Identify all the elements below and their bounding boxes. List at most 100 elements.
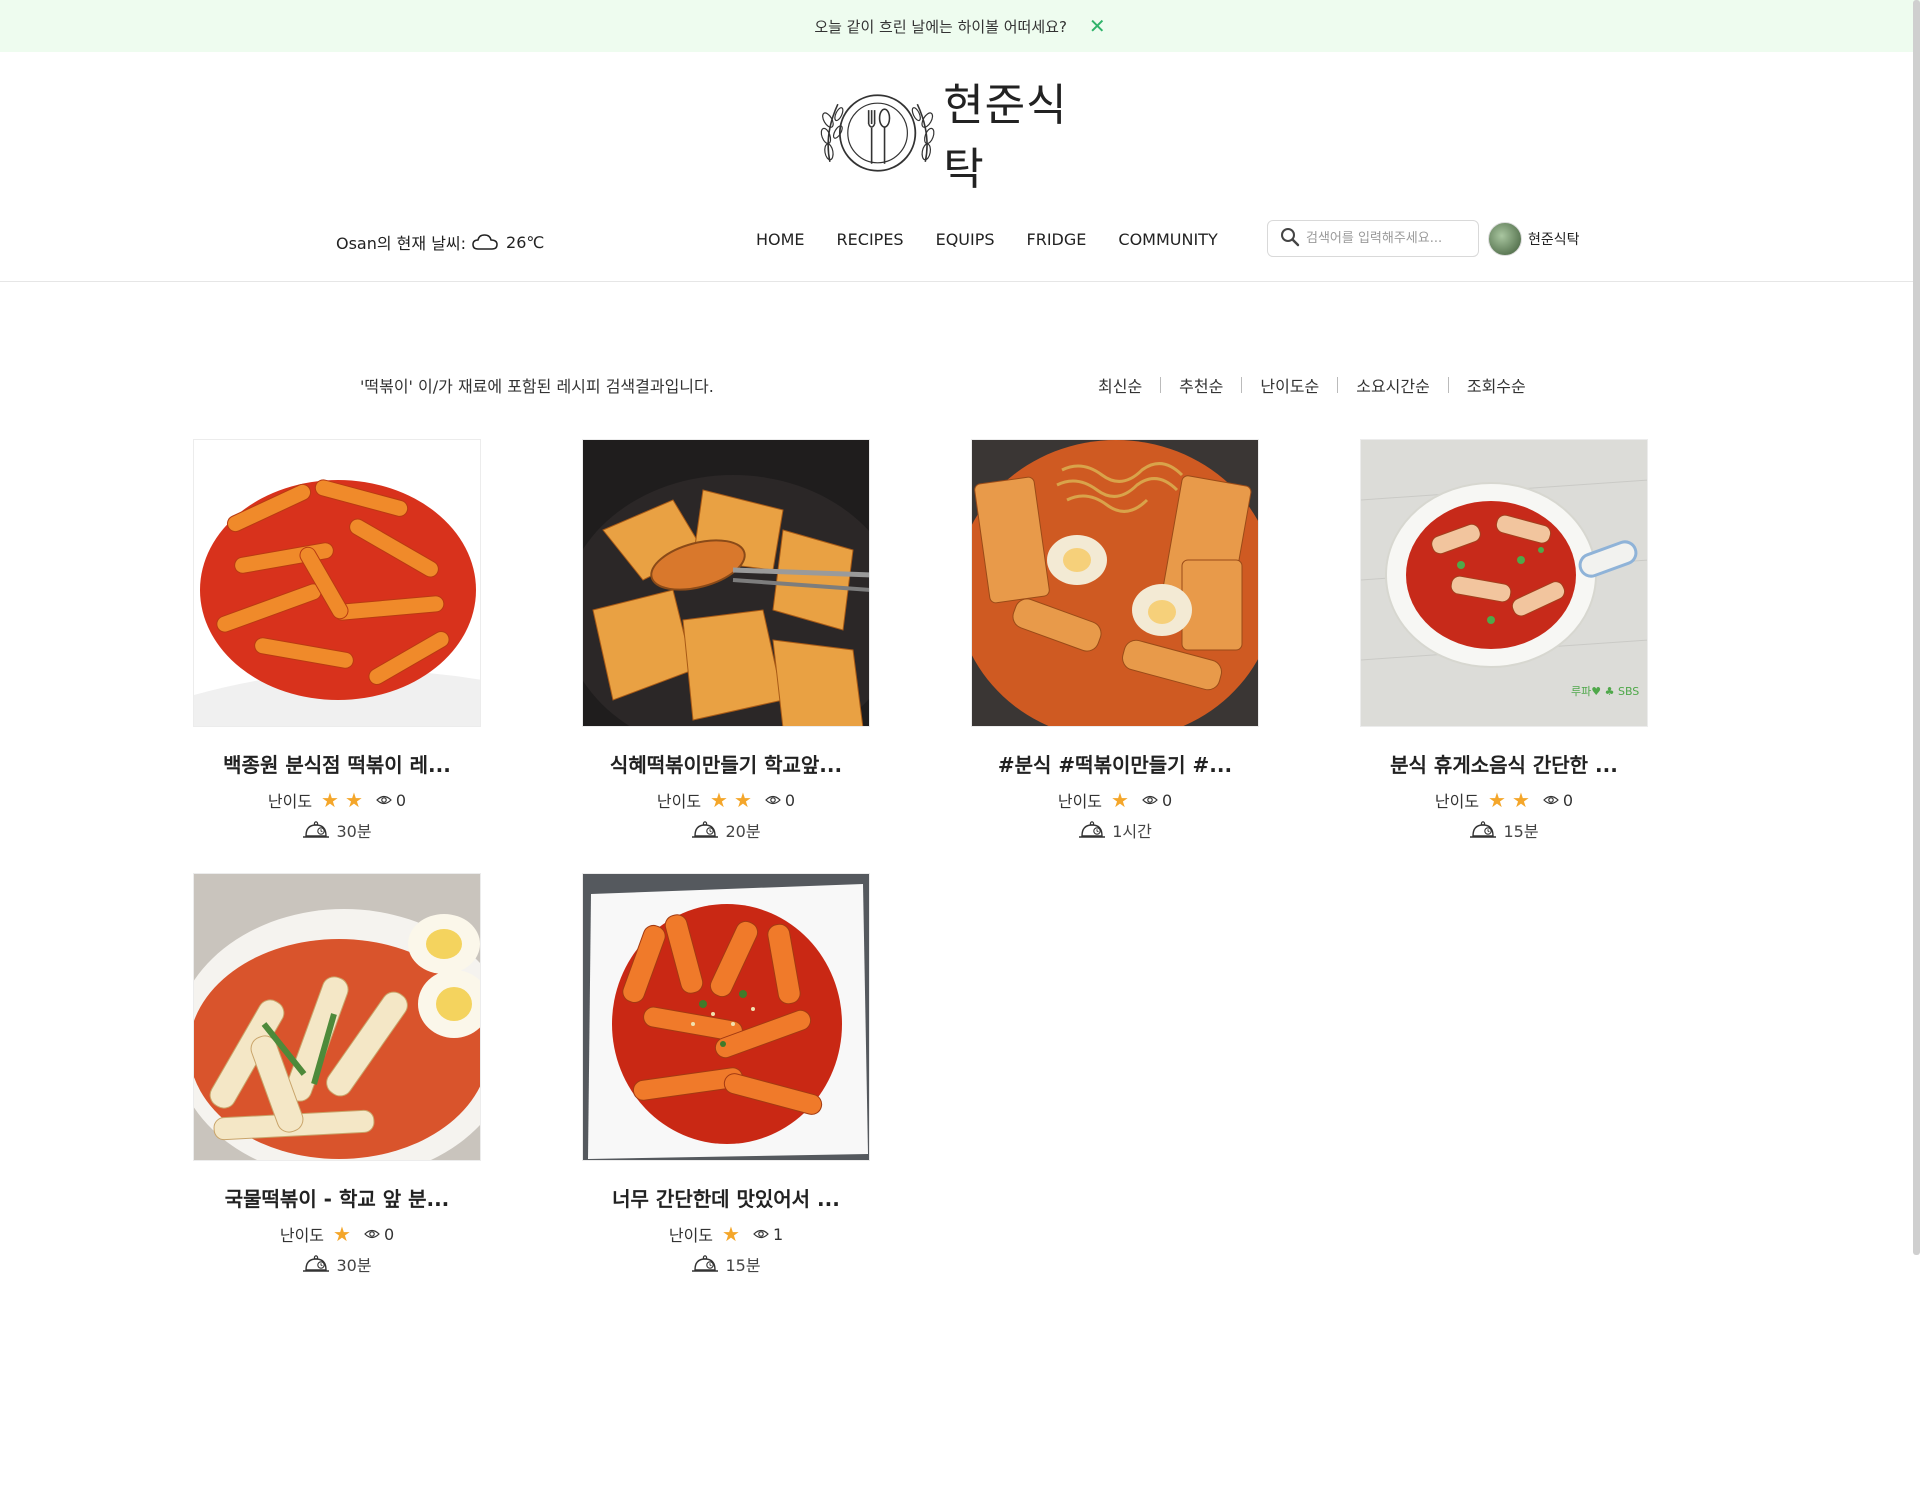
weather-widget: Osan의 현재 날씨: 26℃ [336,230,544,254]
star-icon: ★ [1488,788,1506,812]
difficulty-label: 난이도 [267,792,313,811]
nav-fridge[interactable]: FRIDGE [1027,230,1087,249]
recipe-time: 30분 [193,1252,481,1276]
view-count: 0 [1562,790,1574,810]
search-box [1267,220,1479,257]
cook-time: 15분 [1503,822,1539,841]
star-icon: ★ [333,1222,351,1246]
recipe-card[interactable]: 백종원 분식점 떡볶이 레... 난이도 ★ ★ 0 30분 [193,439,481,842]
star-icon: ★ [733,788,752,812]
difficulty-label: 난이도 [1434,792,1480,811]
recipe-card[interactable]: #분식 #떡볶이만들기 #... 난이도 ★ 0 1시간 [971,439,1259,842]
recipe-meta: 난이도 ★ ★ 0 [1360,788,1648,812]
nav-recipes[interactable]: RECIPES [837,230,904,249]
cloche-icon [1469,820,1497,840]
eye-icon [376,794,392,806]
user-name: 현준식탁 [1528,232,1580,248]
notice-text: 오늘 같이 흐린 날에는 하이볼 어떠세요? [814,17,1067,36]
difficulty-label: 난이도 [279,1226,325,1245]
recipe-card[interactable]: 너무 간단한데 맛있어서 ... 난이도 ★ 1 15분 [582,873,870,1276]
avatar [1488,222,1522,256]
recipe-time: 1시간 [971,818,1259,842]
logo-text: 현준식탁 [943,80,1068,195]
difficulty-stars: ★ ★ [1485,790,1533,810]
cook-time: 1시간 [1112,822,1152,841]
page-scrollbar[interactable] [1913,0,1920,1255]
sort-duration[interactable]: 소요시간순 [1356,373,1430,397]
cloche-icon [1078,820,1106,840]
sort-latest[interactable]: 최신순 [1098,373,1142,397]
search-result-text: '떡볶이' 이/가 재료에 포함된 레시피 검색결과입니다. [360,377,714,396]
recipe-title[interactable]: #분식 #떡볶이만들기 #... [971,749,1259,778]
recipe-meta: 난이도 ★ ★ 0 [193,788,481,812]
recipe-image[interactable] [582,439,870,727]
difficulty-stars: ★ [719,1224,743,1244]
cloche-icon [691,820,719,840]
difficulty-label: 난이도 [668,1226,714,1245]
main-nav: HOME RECIPES EQUIPS FRIDGE COMMUNITY [756,230,1250,249]
eye-icon [753,1228,769,1240]
sort-views[interactable]: 조회수순 [1467,373,1526,397]
recipe-card[interactable]: 국물떡볶이 - 학교 앞 분... 난이도 ★ 0 30분 [193,873,481,1276]
search-input[interactable] [1306,231,1466,246]
eye-icon [1543,794,1559,806]
cook-time: 30분 [336,822,372,841]
recipe-meta: 난이도 ★ ★ 0 [582,788,870,812]
recipe-image[interactable] [582,873,870,1161]
nav-equips[interactable]: EQUIPS [936,230,995,249]
recipe-card[interactable]: 루파♥ ♣ SBS 분식 휴게소음식 간단한 ... 난이도 ★ ★ 0 15분 [1360,439,1648,842]
recipe-meta: 난이도 ★ 0 [193,1222,481,1246]
recipe-time: 30분 [193,818,481,842]
difficulty-stars: ★ ★ [318,790,366,810]
star-icon: ★ [1111,788,1129,812]
star-icon: ★ [710,788,728,812]
difficulty-stars: ★ [1108,790,1132,810]
cook-time: 20분 [725,822,761,841]
sort-divider [1337,377,1339,393]
recipe-title[interactable]: 분식 휴게소음식 간단한 ... [1360,749,1648,778]
header-divider [0,281,1920,282]
nav-community[interactable]: COMMUNITY [1118,230,1217,249]
star-icon: ★ [344,788,363,812]
sort-divider [1241,377,1243,393]
recipe-image[interactable] [193,873,481,1161]
notice-bar: 오늘 같이 흐린 날에는 하이볼 어떠세요? ✕ [0,0,1920,52]
nav-home[interactable]: HOME [756,230,805,249]
recipe-time: 15분 [1360,818,1648,842]
site-logo[interactable]: 현준식탁 [818,80,1108,195]
cloche-icon [302,820,330,840]
view-count: 0 [395,790,407,810]
sort-divider [1160,377,1162,393]
recipe-image[interactable] [193,439,481,727]
recipe-title[interactable]: 백종원 분식점 떡볶이 레... [193,749,481,778]
svg-text:루파♥ ♣ SBS: 루파♥ ♣ SBS [1571,685,1639,698]
close-icon[interactable]: ✕ [1089,16,1106,36]
recipe-card[interactable]: 식혜떡볶이만들기 학교앞... 난이도 ★ ★ 0 20분 [582,439,870,842]
plate-logo-icon [820,94,935,172]
difficulty-label: 난이도 [656,792,702,811]
star-icon: ★ [321,788,339,812]
eye-icon [1142,794,1158,806]
eye-icon [765,794,781,806]
eye-icon [364,1228,380,1240]
user-profile[interactable]: 현준식탁 [1488,222,1580,256]
cloud-icon [472,233,498,251]
recipe-title[interactable]: 너무 간단한데 맛있어서 ... [582,1183,870,1212]
sort-options: 최신순 추천순 난이도순 소요시간순 조회수순 [1098,373,1526,397]
sort-difficulty[interactable]: 난이도순 [1260,373,1319,397]
view-count: 0 [1161,790,1173,810]
recipe-title[interactable]: 국물떡볶이 - 학교 앞 분... [193,1183,481,1212]
recipe-image[interactable] [971,439,1259,727]
difficulty-stars: ★ [330,1224,354,1244]
star-icon: ★ [722,1222,740,1246]
recipe-title[interactable]: 식혜떡볶이만들기 학교앞... [582,749,870,778]
weather-temp: 26℃ [506,232,545,252]
sort-divider [1447,377,1449,393]
weather-label: Osan의 현재 날씨: [336,234,467,253]
search-icon[interactable] [1280,227,1300,251]
recipe-image[interactable]: 루파♥ ♣ SBS [1360,439,1648,727]
difficulty-stars: ★ ★ [707,790,755,810]
sort-recommended[interactable]: 추천순 [1179,373,1223,397]
cook-time: 15분 [725,1256,761,1275]
view-count: 1 [772,1224,784,1244]
